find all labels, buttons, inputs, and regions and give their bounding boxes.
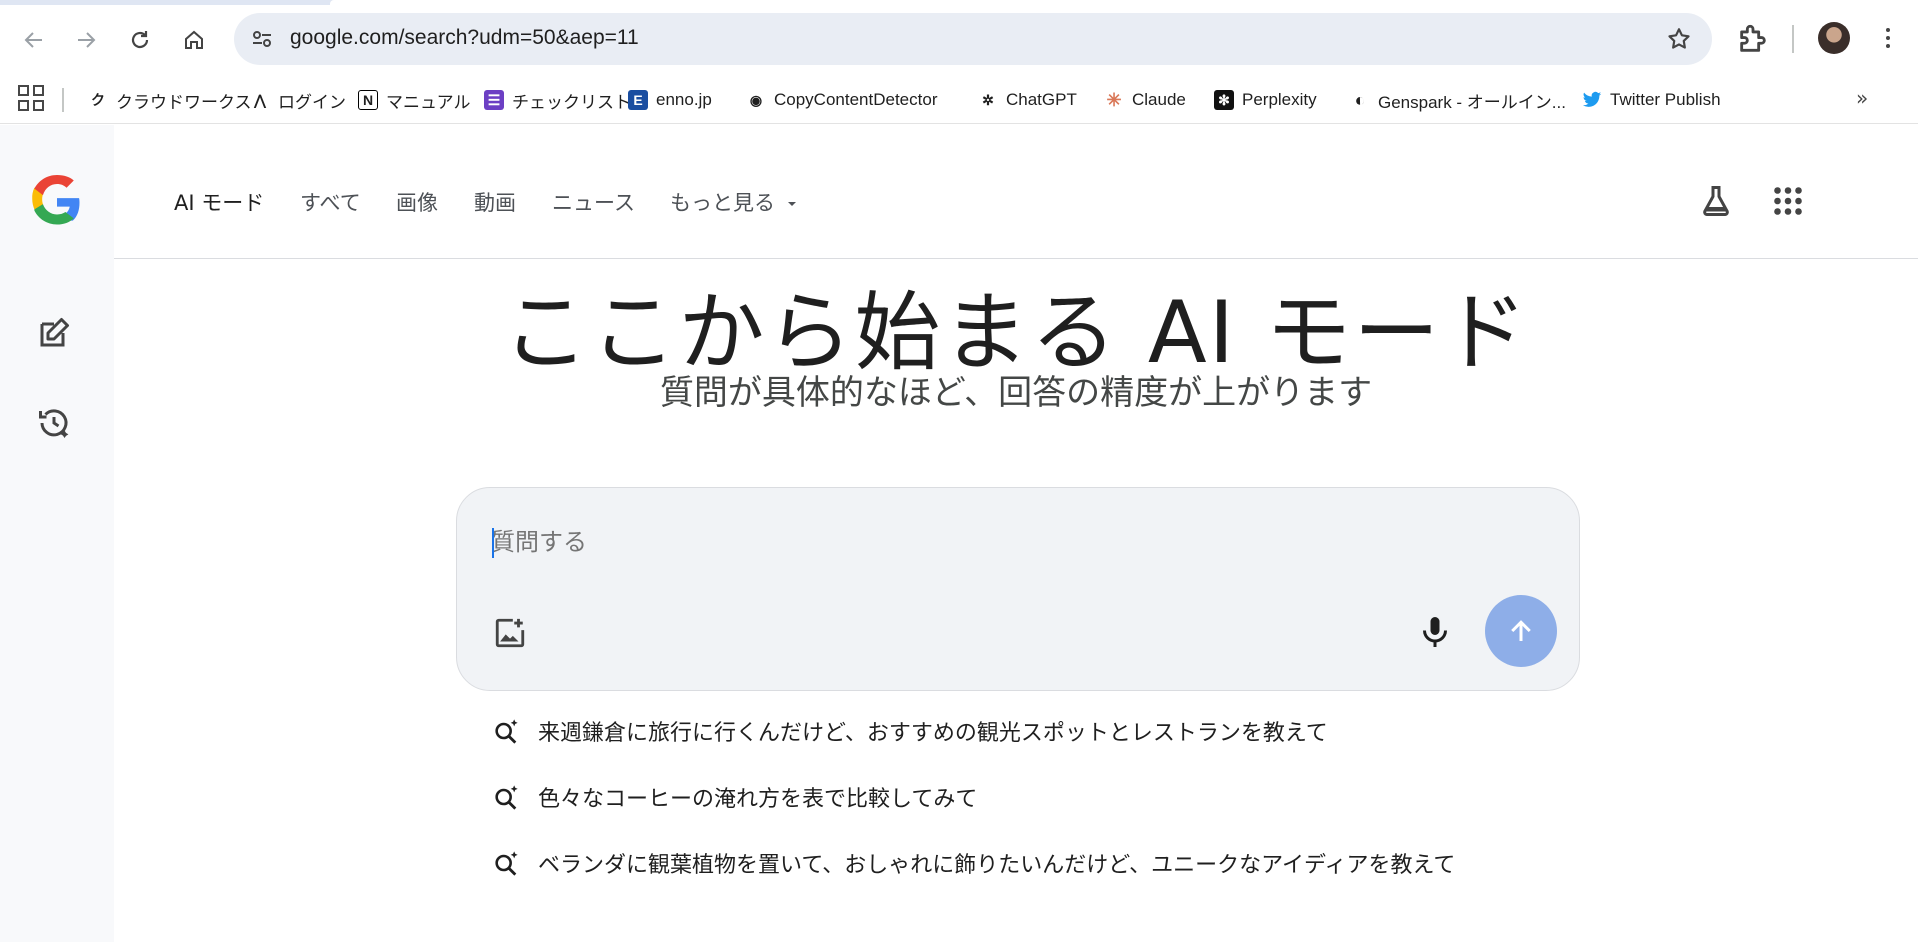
bookmark-label: Claude [1132,90,1186,109]
caret-down-icon [787,202,796,206]
bookmark-checklist[interactable]: ☰ チェックリスト [484,86,631,114]
new-chat-edit-icon[interactable] [36,315,72,351]
apps-grid-icon[interactable] [18,85,44,111]
suggestion-item[interactable]: 来週鎌倉に旅行に行くんだけど、おすすめの観光スポットとレストランを教えて [492,713,1328,749]
address-bar[interactable]: google.com/search?udm=50&aep=11 [234,13,1712,65]
dot-icon [1886,28,1890,32]
bookmark-label: ChatGPT [1006,90,1077,109]
send-button[interactable] [1485,595,1557,667]
bookmark-label: Perplexity [1242,90,1317,109]
back-button[interactable] [14,20,54,60]
tab-news[interactable]: ニュース [552,187,635,217]
tab-all[interactable]: すべて [300,187,361,217]
bookmark-label: クラウドワークス [116,92,252,112]
tab-strip [0,0,1918,5]
home-icon [185,30,203,49]
bookmark-crowdworks[interactable]: ク クラウドワークス [88,86,252,114]
bookmark-enno[interactable]: E enno.jp [628,86,712,114]
toolbar-divider [1792,25,1794,53]
bookmark-claude[interactable]: ✳ Claude [1104,86,1186,114]
ask-box [456,487,1580,691]
bookmark-copycontentdetector[interactable]: ◉ CopyContentDetector [746,86,938,114]
bookmark-label: Genspark - オールイン... [1378,92,1566,112]
sparkle-search-icon [495,851,518,876]
suggestion-text: 来週鎌倉に旅行に行くんだけど、おすすめの観光スポットとレストランを教えて [538,721,1328,746]
google-ai-mode-page: AI モード すべて 画像 動画 ニュース もっと見る ここから始まる AI モ… [0,125,1918,942]
search-header: AI モード すべて 画像 動画 ニュース もっと見る [114,125,1918,259]
dot-icon [1886,44,1890,48]
page-subtitle: 質問が具体的なほど、回答の精度が上がります [659,373,1373,413]
site-info-icon[interactable] [248,25,276,53]
bookmark-label: マニュアル [386,92,471,112]
forward-button[interactable] [66,20,106,60]
suggestion-item[interactable]: ベランダに観葉植物を置いて、おしゃれに飾りたいんだけど、ユニークなアイディアを教… [492,845,1455,881]
arrow-right-icon [78,32,96,48]
bookmark-label: CopyContentDetector [774,90,938,109]
bookmark-star-icon[interactable] [1666,26,1692,52]
bookmarks-divider [62,88,64,112]
left-rail [0,125,114,942]
suggestion-text: ベランダに観葉植物を置いて、おしゃれに飾りたいんだけど、ユニークなアイディアを教… [538,853,1456,878]
claude-icon: ✳ [1106,89,1122,110]
copycontent-icon: ◉ [749,91,763,108]
active-tab-edge [330,0,1918,5]
tab-ai-mode[interactable]: AI モード [174,187,264,217]
more-bookmarks-chevron-icon[interactable]: » [1856,86,1868,110]
history-icon[interactable] [36,405,72,441]
bookmark-login[interactable]: ⋀ ログイン [250,86,346,114]
bookmarks-bar: ク クラウドワークス ⋀ ログイン N マニュアル ☰ チェックリスト E en… [0,76,1918,124]
reload-button[interactable] [120,20,160,60]
bookmark-genspark[interactable]: ◐ Genspark - オールイン... [1350,86,1566,114]
profile-avatar[interactable] [1818,22,1850,54]
google-logo-icon[interactable] [30,175,84,229]
extensions-icon[interactable] [1736,22,1770,56]
ask-input[interactable] [491,524,1391,560]
tab-videos[interactable]: 動画 [474,187,516,217]
text-caret [492,528,494,558]
bookmark-label: ログイン [278,92,346,112]
arrow-left-icon [24,32,42,48]
checklist-icon: ☰ [484,90,504,110]
login-icon: ⋀ [254,91,266,108]
bookmark-twitter-publish[interactable]: Twitter Publish [1582,86,1721,114]
arrow-up-icon [1511,620,1531,641]
bookmark-manual[interactable]: N マニュアル [358,86,471,114]
apps-grid-icon[interactable] [1770,183,1806,219]
enno-icon: E [628,90,648,110]
dot-icon [1886,36,1890,40]
home-button[interactable] [174,20,214,60]
bookmark-label: Twitter Publish [1610,90,1721,109]
microphone-icon[interactable] [1417,614,1453,650]
suggestion-item[interactable]: 色々なコーヒーの淹れ方を表で比較してみて [492,779,977,815]
tab-more-label: もっと見る [670,191,775,215]
genspark-icon: ◐ [1354,89,1366,110]
twitter-icon [1582,90,1602,110]
browser-toolbar: google.com/search?udm=50&aep=11 [0,0,1918,76]
sparkle-search-icon [495,719,518,744]
suggestion-text: 色々なコーヒーの淹れ方を表で比較してみて [538,787,978,812]
url-text[interactable]: google.com/search?udm=50&aep=11 [290,26,639,50]
reload-icon [131,31,149,49]
crowdworks-icon: ク [91,92,105,108]
labs-flask-icon[interactable] [1698,183,1734,219]
bookmark-perplexity[interactable]: ✻ Perplexity [1214,86,1317,114]
add-image-icon[interactable] [493,616,527,650]
bookmark-label: チェックリスト [512,92,631,112]
chrome-menu-button[interactable] [1872,22,1904,54]
bookmark-label: enno.jp [656,90,712,109]
notion-icon: N [358,90,378,110]
perplexity-icon: ✻ [1214,90,1234,110]
tab-images[interactable]: 画像 [396,187,438,217]
bookmark-chatgpt[interactable]: ✲ ChatGPT [978,86,1077,114]
tab-more[interactable]: もっと見る [670,187,798,217]
sparkle-search-icon [495,785,518,810]
chatgpt-icon: ✲ [982,91,994,108]
